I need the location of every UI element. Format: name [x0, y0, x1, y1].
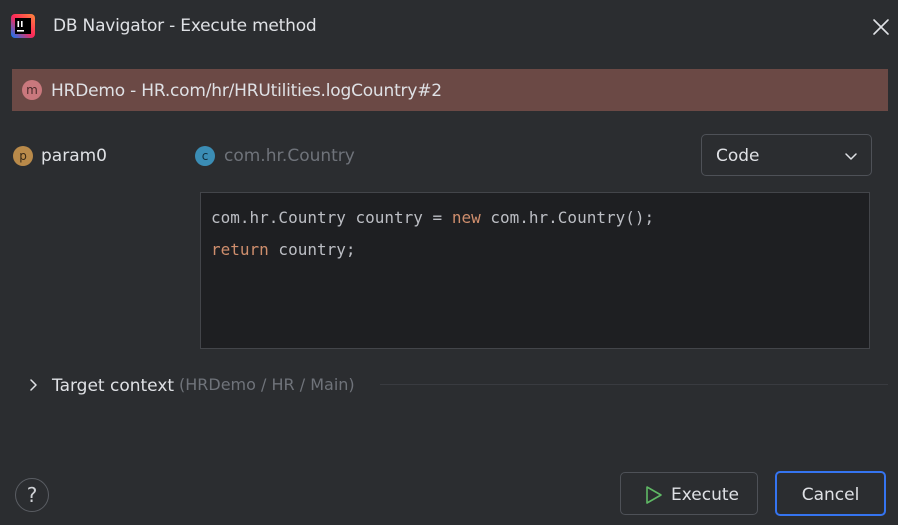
parameter-type: com.hr.Country — [224, 146, 355, 166]
target-context-toggle[interactable]: Target context (HRDemo / HR / Main) — [24, 372, 888, 398]
window-title: DB Navigator - Execute method — [53, 16, 317, 36]
parameter-icon: p — [13, 146, 33, 166]
code-keyword: new — [451, 208, 481, 227]
execute-button[interactable]: Execute — [620, 472, 758, 515]
code-line: com.hr.Country country = new com.hr.Coun… — [211, 208, 654, 227]
code-editor[interactable]: com.hr.Country country = new com.hr.Coun… — [200, 192, 870, 349]
chevron-down-icon — [845, 153, 857, 160]
title-bar: DB Navigator - Execute method — [0, 0, 898, 54]
code-text: country; — [268, 240, 356, 259]
parameter-name: param0 — [41, 146, 107, 166]
target-context-path: (HRDemo / HR / Main) — [179, 375, 355, 394]
code-text: com.hr.Country(); — [480, 208, 655, 227]
target-context-label: Target context — [52, 376, 175, 396]
input-mode-dropdown[interactable]: Code — [701, 134, 872, 176]
cancel-label: Cancel — [801, 485, 860, 505]
code-text: com.hr.Country country = — [211, 208, 452, 227]
execute-label: Execute — [671, 485, 739, 505]
input-mode-value: Code — [716, 146, 760, 166]
method-icon: m — [22, 80, 42, 100]
help-button[interactable]: ? — [15, 478, 49, 512]
cancel-button[interactable]: Cancel — [775, 471, 886, 516]
intellij-idea-icon — [11, 14, 35, 38]
method-signature: HRDemo - HR.com/hr/HRUtilities.logCountr… — [51, 81, 442, 101]
method-header: m HRDemo - HR.com/hr/HRUtilities.logCoun… — [12, 69, 888, 111]
class-icon: c — [195, 146, 215, 166]
chevron-right-icon — [30, 379, 37, 391]
close-icon[interactable] — [868, 14, 894, 40]
play-icon — [646, 486, 662, 504]
code-keyword: return — [211, 240, 269, 259]
code-line: return country; — [211, 240, 356, 259]
separator — [380, 384, 888, 385]
